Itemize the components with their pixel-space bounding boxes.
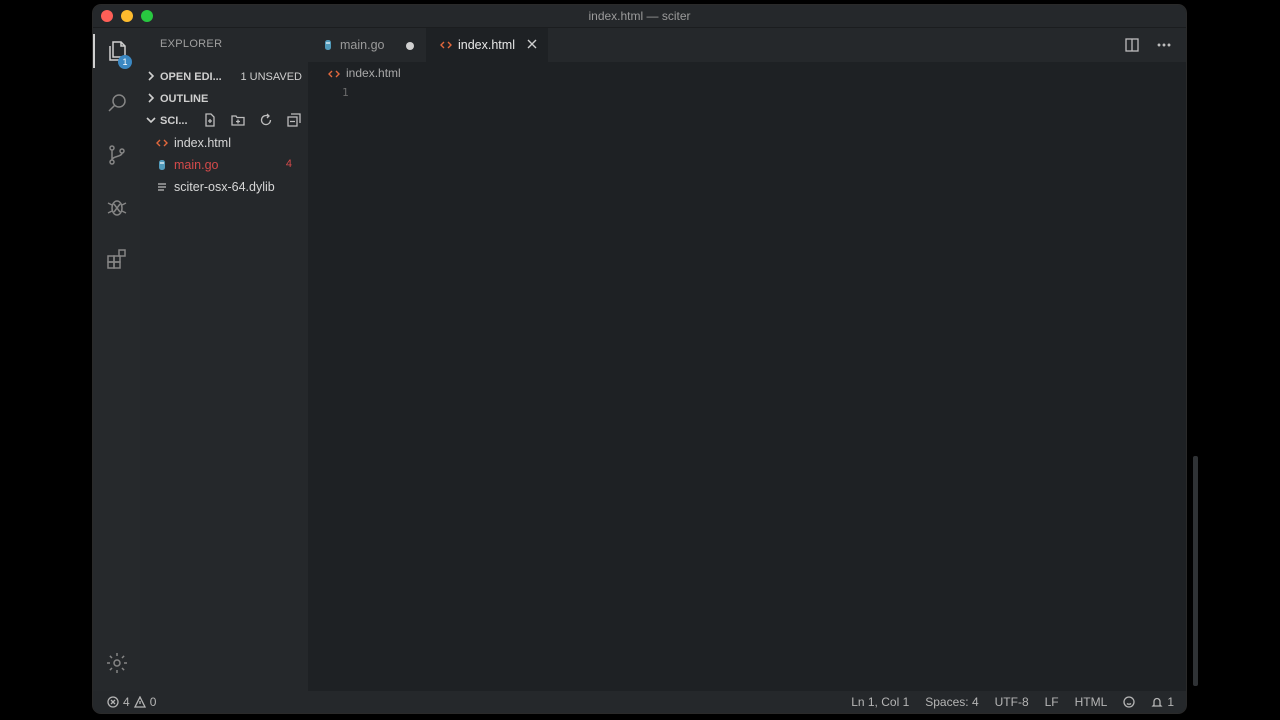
scrollbar[interactable] — [1193, 456, 1198, 686]
explorer-badge: 1 — [118, 55, 132, 69]
folder-label: SCI... — [160, 115, 188, 127]
editor-area: main.go index.html index.html 1 — [308, 28, 1186, 691]
html-icon — [156, 137, 168, 149]
smiley-icon — [1123, 696, 1135, 708]
html-icon — [328, 68, 340, 80]
split-editor-button[interactable] — [1124, 37, 1140, 58]
source-control-activity[interactable] — [93, 132, 140, 178]
breadcrumb-file: index.html — [346, 66, 401, 80]
source-control-icon — [108, 145, 125, 165]
feedback-button[interactable] — [1123, 696, 1135, 708]
language-mode[interactable]: HTML — [1075, 695, 1108, 709]
open-editors-label: OPEN EDI... — [160, 71, 222, 83]
unsaved-dot-icon[interactable] — [406, 42, 414, 50]
chevron-right-icon — [146, 71, 156, 81]
status-bar: 4 0 Ln 1, Col 1 Spaces: 4 UTF-8 LF HTML … — [93, 691, 1186, 713]
explorer-sidebar: EXPLORER OPEN EDI... 1 UNSAVED OUTLINE S… — [140, 28, 308, 691]
search-activity[interactable] — [93, 80, 140, 126]
gear-icon — [106, 653, 127, 673]
refresh-button[interactable] — [259, 113, 275, 129]
go-icon — [322, 39, 334, 51]
warning-count: 0 — [149, 695, 157, 709]
explorer-activity[interactable]: 1 — [93, 28, 140, 74]
chevron-right-icon — [146, 93, 156, 103]
collapse-all-button[interactable] — [287, 113, 303, 129]
new-folder-icon — [231, 115, 245, 126]
file-name: index.html — [174, 136, 231, 150]
file-lines-icon — [156, 181, 168, 193]
app-window: index.html — sciter 1 EXPLORER OPEN EDI.… — [93, 5, 1186, 713]
bug-icon — [107, 200, 126, 216]
split-editor-icon — [1125, 38, 1139, 52]
outline-section[interactable]: OUTLINE — [140, 88, 308, 110]
warning-icon — [133, 696, 146, 708]
file-name: main.go — [174, 158, 219, 172]
window-title: index.html — sciter — [588, 9, 691, 23]
notifications-button[interactable]: 1 — [1151, 695, 1174, 709]
debug-activity[interactable] — [93, 184, 140, 230]
title-bar: index.html — sciter — [93, 5, 1186, 28]
chevron-down-icon — [146, 115, 156, 125]
sidebar-title: EXPLORER — [160, 38, 223, 50]
tab-index-html[interactable]: index.html — [426, 28, 548, 62]
file-name: sciter-osx-64.dylib — [174, 180, 275, 194]
collapse-all-icon — [287, 113, 301, 127]
ellipsis-icon — [1157, 43, 1171, 47]
extensions-icon — [106, 249, 126, 269]
settings-activity[interactable] — [93, 640, 140, 686]
file-item-index-html[interactable]: index.html — [140, 132, 308, 154]
problems-indicator[interactable]: 4 0 — [107, 695, 156, 709]
refresh-icon — [260, 113, 272, 126]
indentation[interactable]: Spaces: 4 — [925, 695, 978, 709]
new-file-button[interactable] — [203, 113, 219, 129]
error-icon — [107, 696, 119, 708]
extensions-activity[interactable] — [93, 236, 140, 282]
new-folder-button[interactable] — [231, 113, 247, 129]
warnings-status: 0 — [133, 695, 157, 709]
close-icon — [527, 39, 537, 49]
search-icon — [107, 94, 126, 112]
unsaved-count: 1 UNSAVED — [240, 71, 302, 83]
end-of-line[interactable]: LF — [1045, 695, 1059, 709]
folder-section[interactable]: SCI... — [140, 110, 308, 132]
open-editors-section[interactable]: OPEN EDI... 1 UNSAVED — [140, 66, 308, 88]
notification-count: 1 — [1167, 695, 1174, 709]
activity-bar: 1 — [93, 28, 140, 691]
error-count: 4 — [123, 695, 130, 709]
tab-bar: main.go index.html — [308, 28, 1186, 62]
cursor-position[interactable]: Ln 1, Col 1 — [851, 695, 909, 709]
tab-main-go[interactable]: main.go — [308, 28, 426, 62]
bell-icon — [1151, 697, 1163, 707]
errors-status: 4 — [107, 695, 130, 709]
tab-label: main.go — [340, 38, 385, 52]
file-item-main-go[interactable]: main.go 4 — [140, 154, 308, 176]
encoding[interactable]: UTF-8 — [995, 695, 1029, 709]
editor-actions — [1124, 37, 1172, 58]
go-icon — [156, 159, 168, 171]
file-item-dylib[interactable]: sciter-osx-64.dylib — [140, 176, 308, 198]
tab-label: index.html — [458, 38, 515, 52]
outline-label: OUTLINE — [160, 93, 209, 105]
line-number: 1 — [342, 86, 349, 99]
status-right: Ln 1, Col 1 Spaces: 4 UTF-8 LF HTML 1 — [851, 695, 1174, 709]
html-icon — [440, 39, 452, 51]
new-file-icon — [205, 113, 215, 127]
problem-count: 4 — [285, 158, 292, 170]
more-actions-button[interactable] — [1156, 37, 1172, 58]
close-tab-button[interactable] — [526, 38, 538, 50]
